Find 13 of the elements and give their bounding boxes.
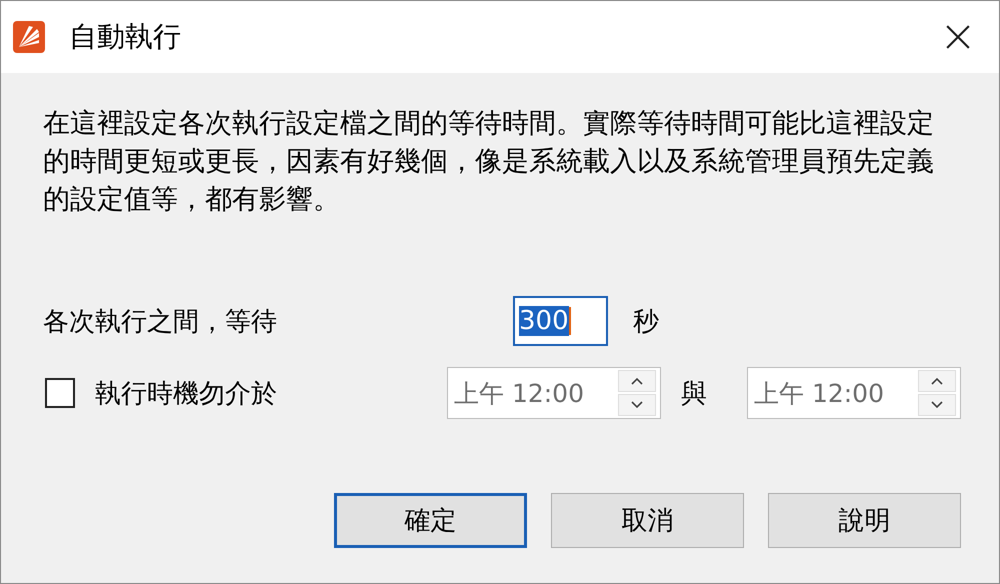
exclude-label: 執行時機勿介於 [95,378,278,410]
joiner-label: 與 [681,378,707,410]
dialog-button[interactable]: 說明 [768,493,961,548]
unit-label: 秒 [633,306,659,338]
checkbox[interactable] [45,378,75,408]
seconds-field[interactable]: 300 [513,296,608,346]
dialog-button[interactable]: 取消 [551,493,744,548]
window-title: 自動執行 [69,19,182,55]
dialog-button[interactable]: 確定 [334,493,527,548]
interval-label: 各次執行之間，等待 [43,306,278,338]
description-text: 在這裡設定各次執行設定檔之間的等待時間。實際等待時間可能比這裡設定的時間更短或更長，因素有好幾個，像是系統載入以及系統管理員預先定義的設定值等，都有影響。 [43,107,935,217]
close-button[interactable] [945,24,971,50]
app-icon [13,21,45,53]
